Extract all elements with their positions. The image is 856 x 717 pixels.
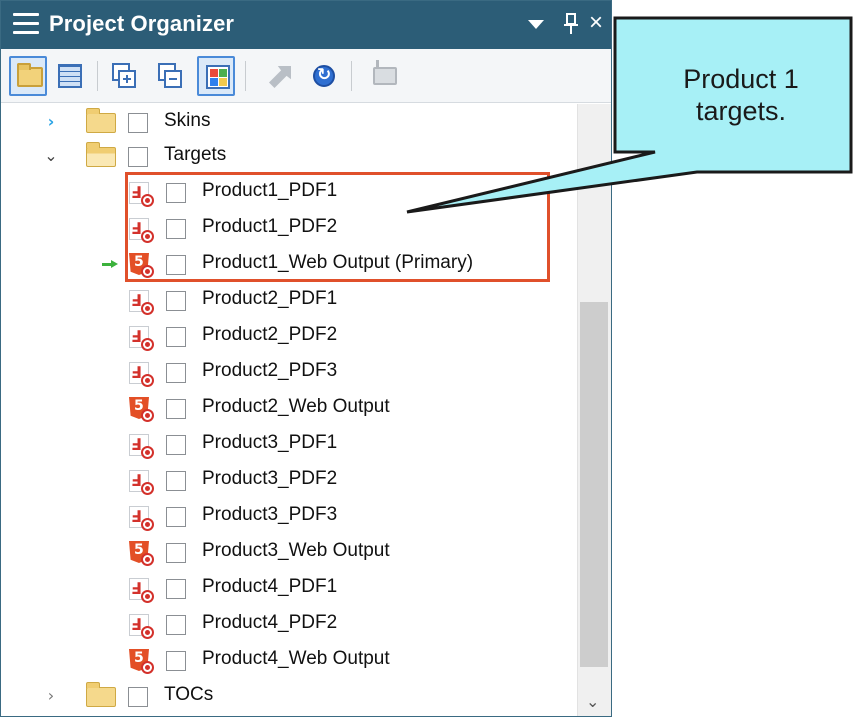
checkbox[interactable] bbox=[166, 543, 186, 563]
callout-line-1: Product 1 bbox=[683, 64, 799, 94]
pdf-target-icon: Ⅎ bbox=[129, 470, 155, 496]
folder-icon bbox=[85, 682, 116, 707]
tile-view-button[interactable] bbox=[197, 56, 235, 96]
collapse-all-icon bbox=[158, 63, 182, 89]
callout-text: Product 1 targets. bbox=[636, 63, 846, 127]
project-organizer-panel: Project Organizer × ↻ › Skins ⌄ Targets … bbox=[0, 0, 612, 717]
toolbar-separator bbox=[351, 61, 352, 91]
move-icon bbox=[269, 66, 291, 88]
pdf-target-icon: Ⅎ bbox=[129, 506, 155, 532]
checkbox[interactable] bbox=[128, 113, 148, 133]
panel-titlebar: Project Organizer × bbox=[1, 1, 611, 49]
pdf-target-icon: Ⅎ bbox=[129, 326, 155, 352]
tree-folder-skins[interactable]: › Skins bbox=[1, 104, 575, 140]
checkbox[interactable] bbox=[166, 471, 186, 491]
expand-all-icon bbox=[112, 63, 136, 89]
checkbox[interactable] bbox=[128, 687, 148, 707]
target-label: Product4_PDF2 bbox=[202, 612, 338, 633]
refresh-button[interactable] bbox=[305, 56, 343, 96]
chevron-right-icon[interactable]: › bbox=[43, 112, 59, 131]
panel-dropdown-icon[interactable] bbox=[528, 9, 544, 29]
collapse-all-button[interactable] bbox=[151, 56, 189, 96]
target-label: Product3_PDF1 bbox=[202, 432, 338, 453]
pdf-target-icon: Ⅎ bbox=[129, 578, 155, 604]
checkbox[interactable] bbox=[166, 651, 186, 671]
tree-folder-label: TOCs bbox=[164, 684, 214, 705]
callout-line-2: targets. bbox=[695, 96, 787, 126]
hamburger-menu-icon[interactable] bbox=[13, 13, 39, 37]
grid-view-button[interactable] bbox=[51, 56, 89, 96]
tree-item-target[interactable]: Ⅎ Product2_PDF3 bbox=[1, 354, 575, 390]
scroll-down-icon[interactable]: ⌄ bbox=[586, 692, 599, 711]
tile-view-icon bbox=[206, 65, 230, 89]
tree-item-target[interactable]: Ⅎ Product4_PDF1 bbox=[1, 570, 575, 606]
expand-all-button[interactable] bbox=[105, 56, 143, 96]
tree-item-target[interactable]: 5 Product3_Web Output bbox=[1, 534, 575, 570]
html5-target-icon: 5 bbox=[129, 649, 155, 675]
highlight-box bbox=[125, 172, 550, 282]
folder-icon bbox=[85, 108, 116, 133]
html5-target-icon: 5 bbox=[129, 541, 155, 567]
tree-item-target[interactable]: Ⅎ Product3_PDF1 bbox=[1, 426, 575, 462]
pdf-target-icon: Ⅎ bbox=[129, 434, 155, 460]
checkbox[interactable] bbox=[166, 291, 186, 311]
target-label: Product2_Web Output bbox=[202, 396, 390, 417]
target-label: Product4_PDF1 bbox=[202, 576, 338, 597]
tree-folder-label: Skins bbox=[164, 110, 211, 131]
html5-target-icon: 5 bbox=[129, 397, 155, 423]
checkbox[interactable] bbox=[166, 435, 186, 455]
open-folder-icon bbox=[85, 142, 116, 167]
target-label: Product4_Web Output bbox=[202, 648, 390, 669]
toolbar-separator bbox=[245, 61, 246, 91]
folder-view-icon bbox=[17, 63, 43, 87]
move-button[interactable] bbox=[261, 56, 299, 96]
tree-folder-targets[interactable]: ⌄ Targets bbox=[1, 138, 575, 174]
pdf-target-icon: Ⅎ bbox=[129, 290, 155, 316]
vertical-scrollbar[interactable]: ⌄ bbox=[577, 104, 611, 716]
tree-item-target[interactable]: Ⅎ Product3_PDF3 bbox=[1, 498, 575, 534]
panel-toolbar bbox=[1, 49, 611, 103]
grid-view-icon bbox=[58, 64, 82, 88]
chevron-down-icon[interactable]: ⌄ bbox=[43, 146, 59, 165]
pdf-target-icon: Ⅎ bbox=[129, 614, 155, 640]
tree-folder-tocs[interactable]: › TOCs bbox=[1, 678, 575, 714]
toolbar-separator bbox=[97, 61, 98, 91]
chevron-right-icon[interactable]: › bbox=[43, 686, 59, 705]
checkbox[interactable] bbox=[166, 579, 186, 599]
checkbox[interactable] bbox=[166, 399, 186, 419]
target-label: Product3_Web Output bbox=[202, 540, 390, 561]
folder-view-button[interactable] bbox=[9, 56, 47, 96]
tree-folder-label: Targets bbox=[164, 144, 227, 165]
target-label: Product2_PDF2 bbox=[202, 324, 338, 345]
scrollbar-thumb[interactable] bbox=[580, 302, 608, 667]
target-label: Product3_PDF3 bbox=[202, 504, 338, 525]
target-label: Product2_PDF3 bbox=[202, 360, 338, 381]
new-folder-button[interactable] bbox=[365, 56, 403, 96]
new-folder-icon bbox=[373, 60, 397, 85]
refresh-icon bbox=[313, 65, 335, 87]
checkbox[interactable] bbox=[128, 147, 148, 167]
primary-target-arrow-icon bbox=[102, 260, 118, 268]
target-label: Product2_PDF1 bbox=[202, 288, 338, 309]
checkbox[interactable] bbox=[166, 327, 186, 347]
checkbox[interactable] bbox=[166, 507, 186, 527]
tree-item-target[interactable]: 5 Product4_Web Output bbox=[1, 642, 575, 678]
tree-item-target[interactable]: Ⅎ Product3_PDF2 bbox=[1, 462, 575, 498]
close-icon[interactable]: × bbox=[589, 9, 603, 37]
tree-item-target[interactable]: Ⅎ Product2_PDF1 bbox=[1, 282, 575, 318]
checkbox[interactable] bbox=[166, 363, 186, 383]
tree-item-target[interactable]: 5 Product2_Web Output bbox=[1, 390, 575, 426]
tree-item-target[interactable]: Ⅎ Product2_PDF2 bbox=[1, 318, 575, 354]
target-label: Product3_PDF2 bbox=[202, 468, 338, 489]
checkbox[interactable] bbox=[166, 615, 186, 635]
tree-item-target[interactable]: Ⅎ Product4_PDF2 bbox=[1, 606, 575, 642]
pdf-target-icon: Ⅎ bbox=[129, 362, 155, 388]
pin-icon[interactable] bbox=[564, 9, 578, 43]
panel-title: Project Organizer bbox=[49, 11, 235, 36]
